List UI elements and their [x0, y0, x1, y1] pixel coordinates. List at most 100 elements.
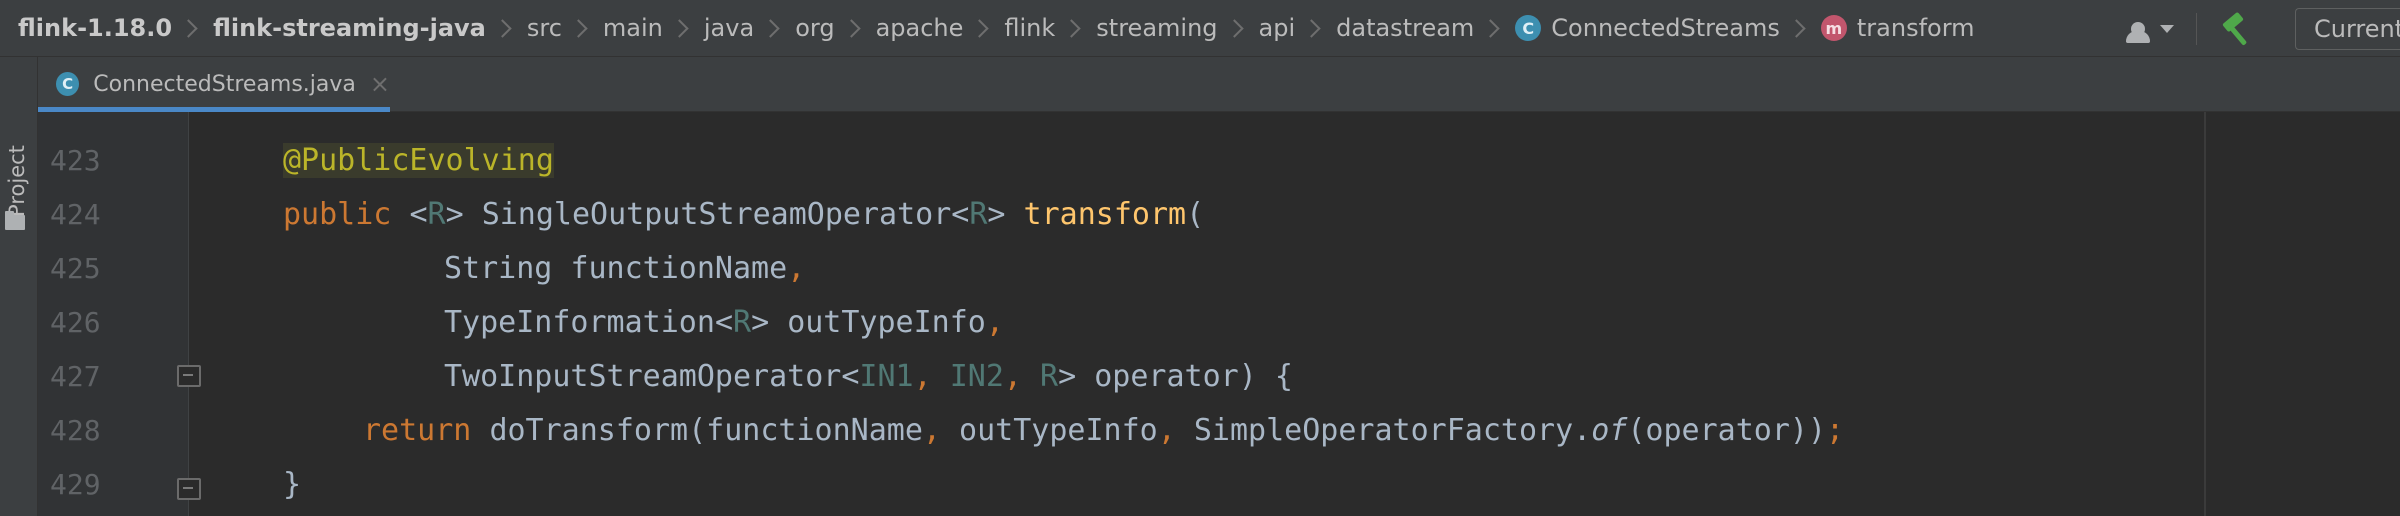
annotation-token: @PublicEvolving — [283, 143, 554, 178]
type-param-token: R — [1040, 359, 1059, 394]
class-icon: C — [56, 72, 80, 96]
type-param-token: R — [427, 197, 446, 232]
code-token: } — [283, 467, 302, 502]
run-configuration-select[interactable]: Current File — [2295, 7, 2400, 50]
code-token: , — [787, 251, 806, 286]
breadcrumb-method-label: transform — [1856, 14, 1975, 42]
type-param-token: IN2 — [949, 359, 1004, 394]
breadcrumb-separator-icon — [1302, 18, 1321, 38]
fold-collapse-icon[interactable] — [177, 365, 201, 389]
code-token: > — [751, 305, 770, 340]
code-token: SingleOutputStreamOperator — [481, 197, 952, 232]
breadcrumb-module[interactable]: flink-streaming-java — [213, 14, 486, 42]
code-token: , — [922, 413, 941, 448]
keyword-token: public — [283, 197, 392, 232]
breadcrumb-dir-org[interactable]: org — [795, 14, 834, 42]
code-text: return doTransform(functionName, outType… — [363, 404, 1844, 458]
close-icon[interactable]: × — [370, 70, 390, 98]
code-line: 423 @PublicEvolving — [38, 134, 2400, 188]
code-token: < — [714, 305, 733, 340]
code-token: SimpleOperatorFactory. — [1193, 413, 1592, 448]
breadcrumb-dir-java[interactable]: java — [704, 14, 754, 42]
code-text: } — [283, 458, 301, 512]
toolbar-right: Current File — [2126, 0, 2400, 57]
code-token: < — [841, 359, 860, 394]
breadcrumb-separator-icon — [1787, 18, 1806, 38]
fold-dash — [183, 487, 193, 489]
code-token: < — [951, 197, 970, 232]
code-token: , — [1157, 413, 1176, 448]
breadcrumb-dir-api[interactable]: api — [1259, 14, 1296, 42]
left-tool-window-strip: Project — [0, 57, 38, 516]
editor-tab-bar: C ConnectedStreams.java × — [38, 57, 2400, 112]
breadcrumb-method[interactable]: m transform — [1820, 14, 1975, 42]
code-text: TwoInputStreamOperator<IN1, IN2, R> oper… — [444, 350, 1293, 404]
breadcrumb-dir-apache[interactable]: apache — [876, 14, 964, 42]
code-token: doTransform(functionName — [489, 413, 923, 448]
code-line: 427 TwoInputStreamOperator<IN1, IN2, R> … — [38, 350, 2400, 404]
line-number: 424 — [50, 198, 101, 231]
breadcrumb-dir-src[interactable]: src — [527, 14, 562, 42]
line-number: 429 — [50, 468, 101, 501]
tab-label: ConnectedStreams.java — [93, 71, 356, 97]
breadcrumb-project[interactable]: flink-1.18.0 — [18, 14, 172, 42]
breadcrumb-class-label: ConnectedStreams — [1551, 14, 1780, 42]
folder-icon — [5, 211, 25, 230]
line-number: 428 — [50, 414, 101, 447]
code-token: ( — [1186, 197, 1205, 232]
code-text: public <R> SingleOutputStreamOperator<R>… — [283, 188, 1204, 242]
line-number: 427 — [50, 360, 101, 393]
code-token: TwoInputStreamOperator — [444, 359, 842, 394]
static-method-token: of — [1591, 413, 1628, 448]
type-param-token: R — [733, 305, 752, 340]
code-token: (operator)) — [1627, 413, 1827, 448]
toolbar-divider — [2196, 12, 2197, 45]
code-token: outTypeInfo — [787, 305, 986, 340]
code-token: , — [1003, 359, 1022, 394]
code-text: @PublicEvolving — [283, 134, 554, 188]
fold-box — [177, 365, 201, 387]
navigation-bar: flink-1.18.0 flink-streaming-java src ma… — [0, 0, 2400, 57]
class-icon: C — [1515, 15, 1542, 41]
code-token: > — [987, 197, 1006, 232]
code-token: > operator) { — [1058, 359, 1293, 394]
build-hammer-icon[interactable] — [2219, 11, 2255, 47]
code-line: 424 public <R> SingleOutputStreamOperato… — [38, 188, 2400, 242]
breadcrumb-separator-icon — [569, 18, 588, 38]
code-token: functionName — [570, 251, 788, 286]
code-token: < — [409, 197, 428, 232]
account-button[interactable] — [2126, 15, 2174, 43]
chevron-down-icon — [2160, 24, 2174, 33]
breadcrumb-separator-icon — [970, 18, 990, 38]
breadcrumb-separator-icon — [1062, 18, 1081, 38]
hammer-handle — [2227, 23, 2248, 46]
code-token: , — [913, 359, 932, 394]
breadcrumb-separator-icon — [841, 18, 861, 38]
breadcrumb: flink-1.18.0 flink-streaming-java src ma… — [0, 0, 1975, 57]
breadcrumb-dir-streaming[interactable]: streaming — [1096, 14, 1217, 42]
code-text: String functionName, — [444, 242, 805, 296]
user-icon-body — [2126, 30, 2150, 43]
breadcrumb-class[interactable]: C ConnectedStreams — [1515, 14, 1780, 42]
code-token: outTypeInfo — [959, 413, 1158, 448]
code-token: TypeInformation — [444, 305, 715, 340]
tab-connectedstreams-java[interactable]: C ConnectedStreams.java × — [38, 57, 390, 112]
type-param-token: R — [969, 197, 988, 232]
breadcrumb-separator-icon — [670, 18, 689, 38]
fold-dash — [183, 374, 193, 376]
code-token: ; — [1826, 413, 1845, 448]
line-number: 423 — [50, 144, 101, 177]
breadcrumb-dir-main[interactable]: main — [603, 14, 663, 42]
code-text: TypeInformation<R> outTypeInfo, — [444, 296, 1004, 350]
code-editor[interactable]: 423 @PublicEvolving 424 public <R> Singl… — [38, 112, 2400, 516]
breadcrumb-separator-icon — [179, 18, 198, 38]
type-param-token: IN1 — [859, 359, 914, 394]
fold-end-icon[interactable] — [177, 478, 201, 502]
line-number: 426 — [50, 306, 101, 339]
code-token: , — [985, 305, 1004, 340]
breadcrumb-separator-icon — [1224, 18, 1244, 38]
breadcrumb-separator-icon — [493, 18, 512, 38]
breadcrumb-separator-icon — [761, 18, 780, 38]
breadcrumb-dir-datastream[interactable]: datastream — [1336, 14, 1474, 42]
breadcrumb-dir-flink[interactable]: flink — [1004, 14, 1055, 42]
